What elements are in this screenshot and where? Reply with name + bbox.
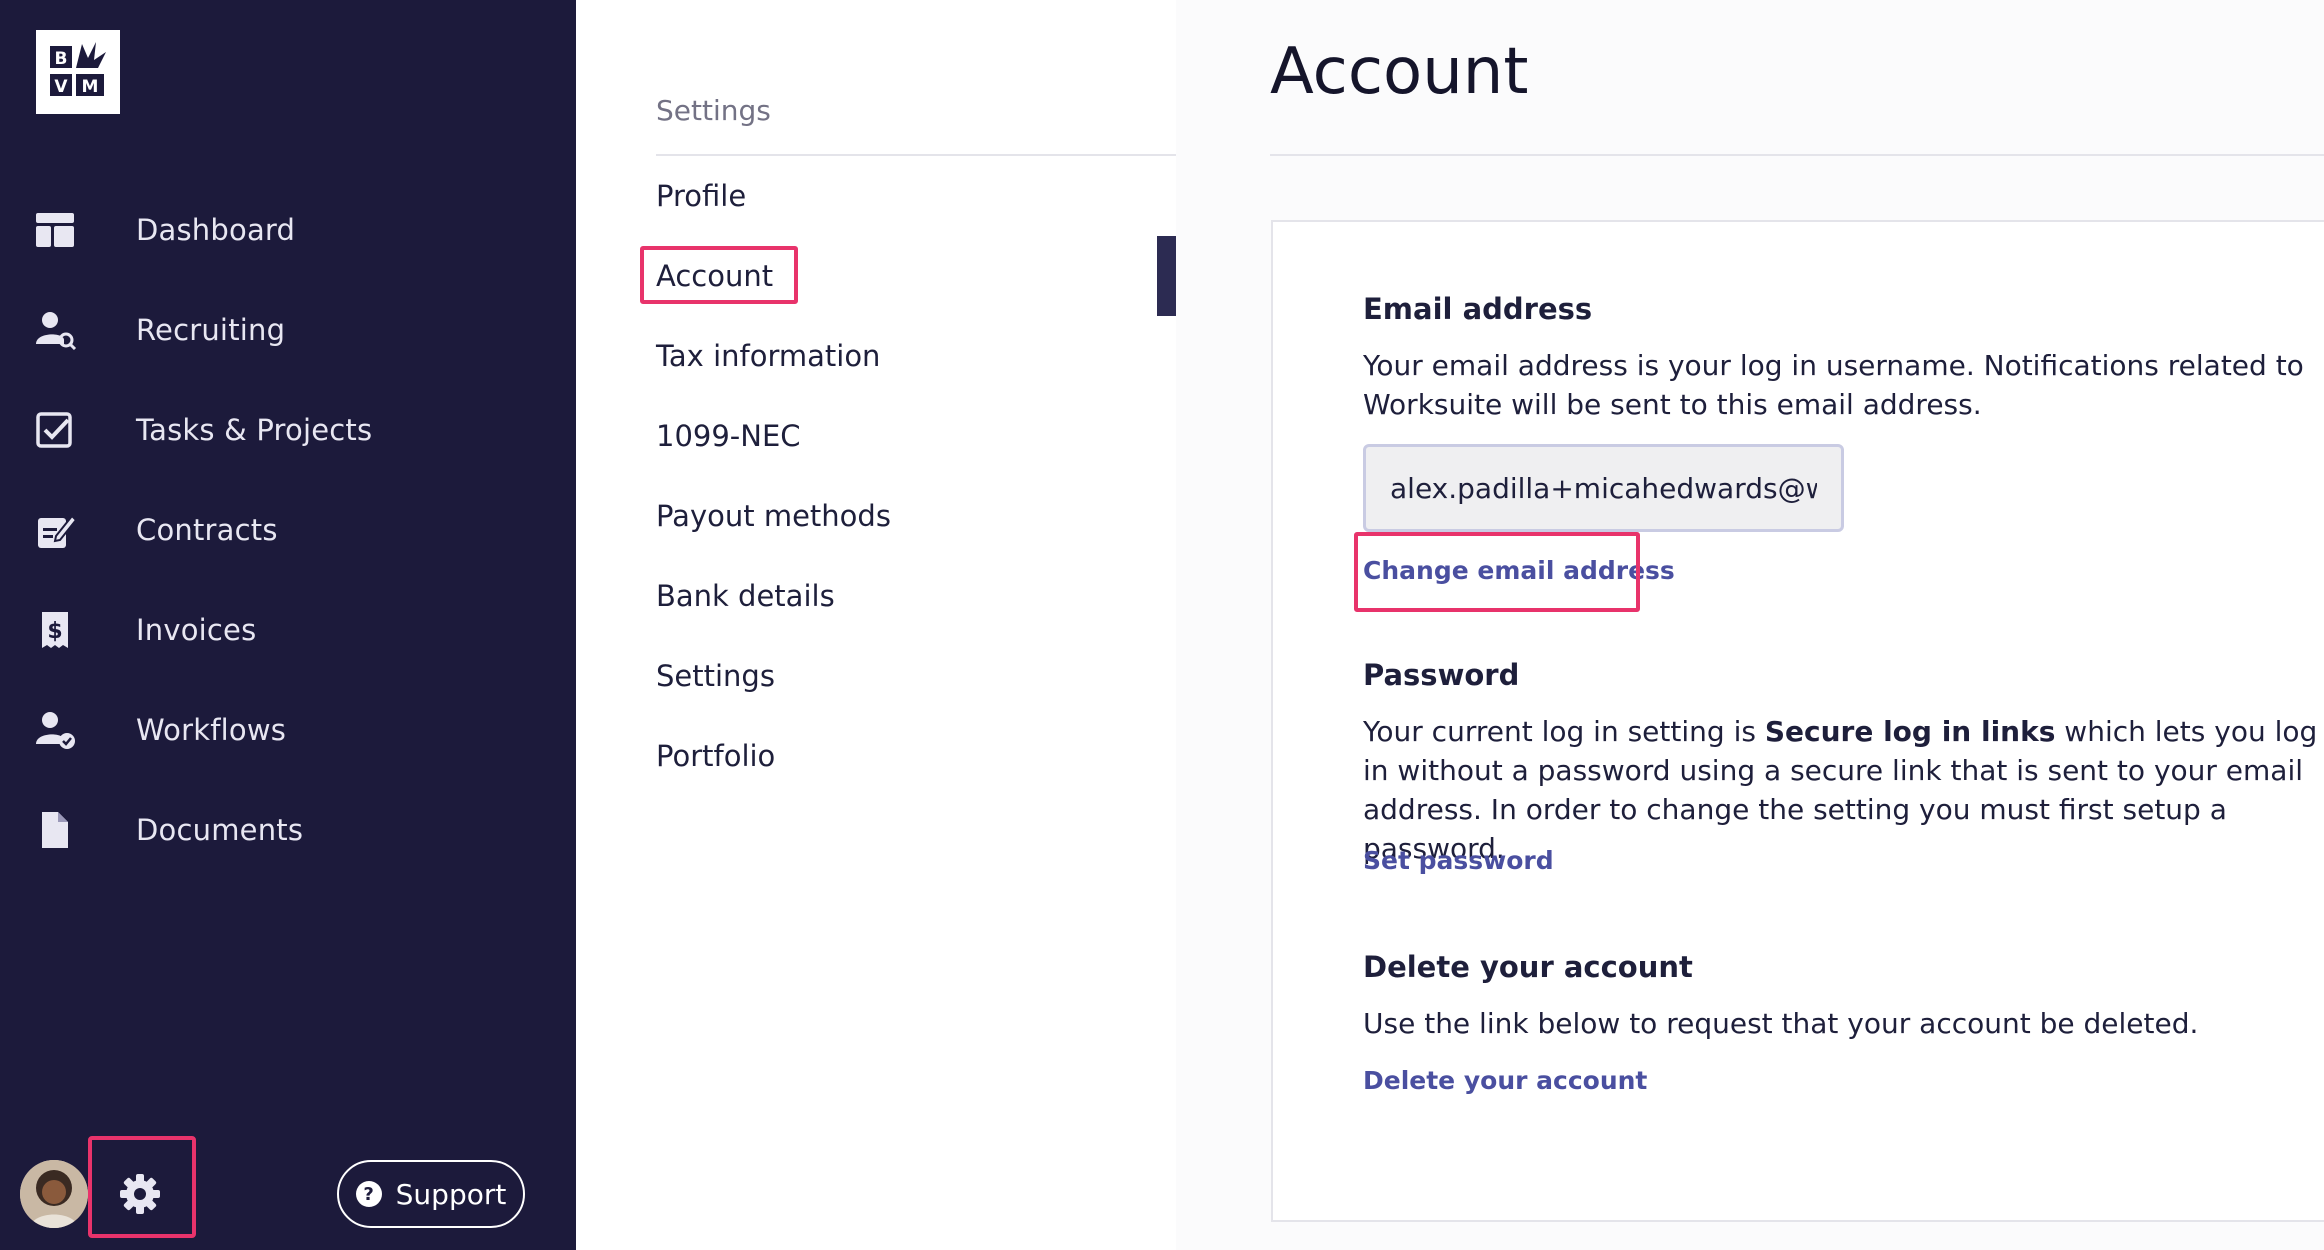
password-description: Your current log in setting is Secure lo… <box>1363 712 2323 868</box>
sidebar-item-documents[interactable]: Documents <box>0 790 576 870</box>
delete-heading: Delete your account <box>1363 950 1693 984</box>
documents-icon <box>42 812 68 848</box>
sidebar: B V M Dashboard Recruiting Tasks & Proje… <box>0 0 576 1250</box>
support-label: Support <box>395 1177 507 1211</box>
workflows-icon <box>36 712 75 749</box>
sidebar-item-label: Workflows <box>136 713 287 747</box>
support-button[interactable]: ? Support <box>337 1160 525 1228</box>
subnav-divider <box>656 154 1176 156</box>
sidebar-item-label: Recruiting <box>136 313 286 347</box>
sidebar-item-label: Dashboard <box>136 213 296 247</box>
bvm-logo[interactable]: B V M <box>36 30 120 114</box>
svg-text:M: M <box>82 77 99 97</box>
invoices-icon: $ <box>42 612 68 648</box>
subnav-item-payout-methods[interactable]: Payout methods <box>656 496 891 536</box>
delete-account-link[interactable]: Delete your account <box>1363 1066 1647 1095</box>
sidebar-item-workflows[interactable]: Workflows <box>0 690 576 770</box>
sidebar-item-label: Invoices <box>136 613 257 647</box>
change-email-highlight-box <box>1354 532 1640 612</box>
email-heading: Email address <box>1363 292 1593 326</box>
subnav-item-profile[interactable]: Profile <box>656 176 746 216</box>
sidebar-item-tasks-projects[interactable]: Tasks & Projects <box>0 390 576 470</box>
settings-highlight-box <box>88 1136 196 1238</box>
contracts-icon <box>38 514 78 548</box>
password-text-bold: Secure log in links <box>1764 715 2056 748</box>
account-highlight-box <box>640 246 798 304</box>
help-icon: ? <box>355 1181 382 1207</box>
subnav-item-settings[interactable]: Settings <box>656 656 775 696</box>
subnav-active-indicator <box>1157 236 1176 316</box>
svg-text:$: $ <box>47 619 62 644</box>
subnav-item-bank-details[interactable]: Bank details <box>656 576 835 616</box>
password-heading: Password <box>1363 658 1520 692</box>
recruiting-icon <box>36 312 77 350</box>
sidebar-item-invoices[interactable]: $ Invoices <box>0 590 576 670</box>
svg-text:V: V <box>54 77 68 97</box>
password-text-before: Your current log in setting is <box>1363 715 1765 748</box>
page-title: Account <box>1270 35 1529 109</box>
email-description: Your email address is your log in userna… <box>1363 349 2304 421</box>
sidebar-item-label: Documents <box>136 813 304 847</box>
tasks-icon <box>36 412 72 448</box>
dashboard-icon <box>36 213 74 247</box>
sidebar-item-dashboard[interactable]: Dashboard <box>0 190 576 270</box>
subnav-item-1099-nec[interactable]: 1099-NEC <box>656 416 801 456</box>
user-avatar[interactable] <box>20 1160 88 1228</box>
sidebar-item-contracts[interactable]: Contracts <box>0 490 576 570</box>
set-password-link[interactable]: Set password <box>1363 846 1554 875</box>
email-field[interactable] <box>1363 444 1844 532</box>
delete-description: Use the link below to request that your … <box>1363 1007 2199 1040</box>
sidebar-item-label: Tasks & Projects <box>136 413 373 447</box>
sidebar-item-recruiting[interactable]: Recruiting <box>0 290 576 370</box>
title-divider <box>1270 154 2324 156</box>
subnav-item-tax-information[interactable]: Tax information <box>656 336 880 376</box>
svg-text:B: B <box>55 49 68 69</box>
subnav-item-portfolio[interactable]: Portfolio <box>656 736 775 776</box>
sidebar-item-label: Contracts <box>136 513 278 547</box>
settings-subnav-title: Settings <box>656 94 771 127</box>
